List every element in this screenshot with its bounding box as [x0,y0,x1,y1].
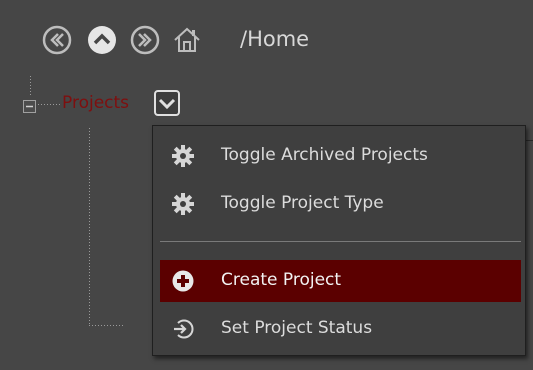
current-path: /Home [240,27,310,51]
chevron-down-box-icon [154,90,180,116]
tree-item-projects[interactable]: Projects [62,93,129,113]
menu-item-label: Toggle Project Type [221,193,384,213]
menu-item-create-project[interactable]: Create Project [160,260,521,302]
menu-item-toggle-archived-projects[interactable]: Toggle Archived Projects [160,135,521,177]
projects-menu-dropdown-button[interactable] [154,90,180,116]
context-menu: Toggle Archived Projects Toggle Project … [152,125,526,356]
plus-circle-icon [172,270,194,292]
menu-item-toggle-project-type[interactable]: Toggle Project Type [160,183,521,225]
menu-edge-line [526,140,533,141]
enter-circle-icon [172,318,194,340]
minus-box-icon [23,100,36,113]
home-icon[interactable] [172,25,202,55]
tree-collapse-toggle[interactable] [23,98,36,113]
menu-item-label: Create Project [221,270,342,290]
tree-connector-lines [30,76,124,326]
menu-item-set-project-status[interactable]: Set Project Status [160,308,521,350]
gear-icon [172,193,194,215]
menu-item-label: Toggle Archived Projects [221,145,428,165]
gear-icon [172,145,194,167]
menu-item-label: Set Project Status [221,318,373,338]
menu-separator [160,241,521,242]
